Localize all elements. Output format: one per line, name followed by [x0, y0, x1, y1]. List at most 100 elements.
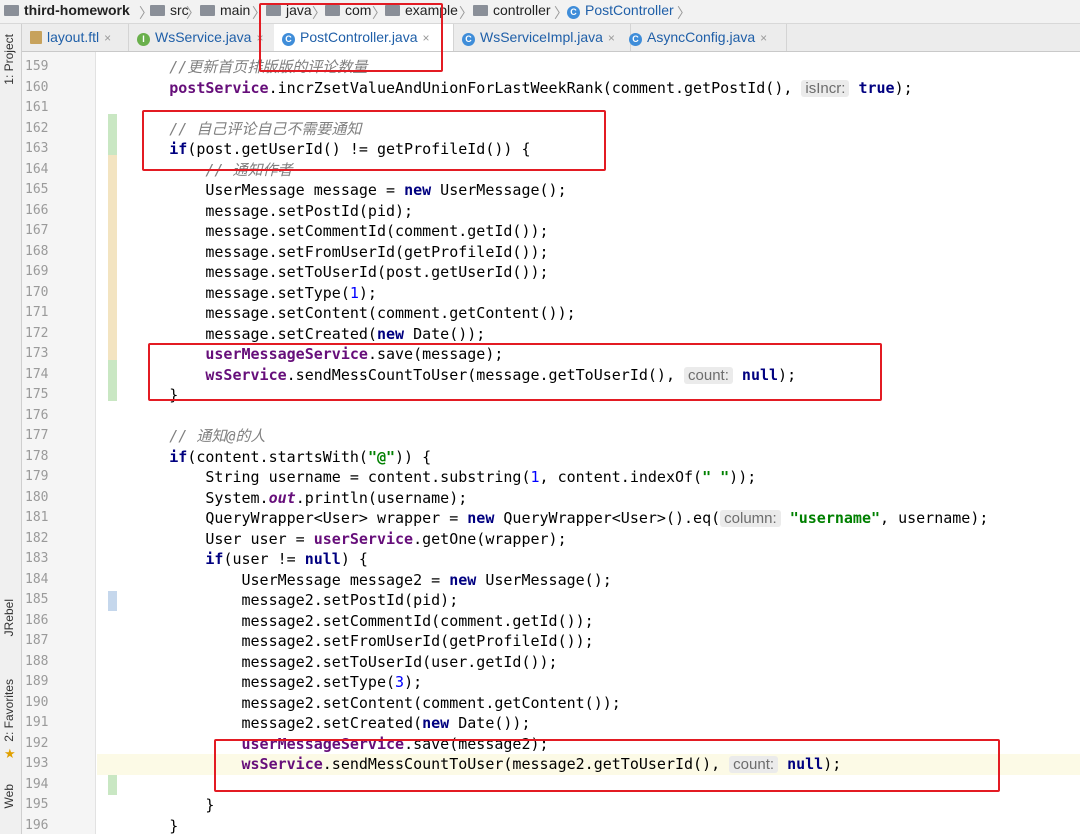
code-line: // 通知@的人	[97, 426, 1080, 447]
tool-window-project[interactable]: 1: Project	[2, 34, 16, 85]
breadcrumb-item-src[interactable]: src	[150, 0, 189, 23]
line-number[interactable]: 188	[22, 652, 75, 673]
code-line: message.setCreated(new Date());	[97, 324, 1080, 345]
code-line: userMessageService.save(message);	[97, 344, 1080, 365]
close-icon[interactable]: ×	[256, 31, 263, 45]
parameter-hint: column:	[720, 510, 781, 527]
line-number[interactable]: 185	[22, 590, 75, 611]
line-number[interactable]: 161	[22, 98, 75, 119]
line-number[interactable]: 181	[22, 508, 75, 529]
code-line: // 自己评论自己不需要通知	[97, 119, 1080, 140]
breadcrumb-separator: 〉	[186, 3, 200, 23]
line-number[interactable]: 189	[22, 672, 75, 693]
code-line: if(content.startsWith("@")) {	[97, 447, 1080, 468]
code-line: QueryWrapper<User> wrapper = new QueryWr…	[97, 508, 1080, 529]
line-number[interactable]: 184	[22, 570, 75, 591]
folder-icon	[266, 5, 281, 16]
line-number[interactable]: 182	[22, 529, 75, 550]
code-editor[interactable]: //更新首页排版版的评论数量 postService.incrZsetValue…	[97, 52, 1080, 834]
breadcrumb-separator: 〉	[554, 3, 568, 23]
code-line: //更新首页排版版的评论数量	[97, 57, 1080, 78]
line-number[interactable]: 167	[22, 221, 75, 242]
code-line: message.setPostId(pid);	[97, 201, 1080, 222]
breadcrumb-item-project[interactable]: third-homework	[4, 0, 130, 23]
tab-asyncconfig[interactable]: CAsyncConfig.java×	[621, 24, 787, 51]
line-number[interactable]: 174	[22, 365, 75, 386]
breadcrumb-separator: 〉	[459, 3, 473, 23]
tool-window-strip: 1: Project JRebel 2: Favorites ★ Web	[0, 24, 22, 834]
breadcrumb-separator: 〉	[372, 3, 386, 23]
code-line: User user = userService.getOne(wrapper);	[97, 529, 1080, 550]
line-number[interactable]: 180	[22, 488, 75, 509]
code-line: UserMessage message2 = new UserMessage()…	[97, 570, 1080, 591]
breadcrumb-separator: 〉	[677, 3, 691, 23]
breadcrumb-item-postcontroller[interactable]: CPostController	[567, 0, 674, 23]
folder-icon	[325, 5, 340, 16]
line-number[interactable]: 186	[22, 611, 75, 632]
code-line: wsService.sendMessCountToUser(message.ge…	[97, 365, 1080, 386]
close-icon[interactable]: ×	[423, 31, 430, 45]
breadcrumb-item-main[interactable]: main	[200, 0, 250, 23]
interface-icon: I	[137, 33, 150, 46]
line-number[interactable]: 162	[22, 119, 75, 140]
tab-wsserviceimpl[interactable]: CWsServiceImpl.java×	[454, 24, 631, 51]
line-number[interactable]: 176	[22, 406, 75, 427]
line-number[interactable]: 192	[22, 734, 75, 755]
line-number[interactable]: 160	[22, 78, 75, 99]
breadcrumb-item-controller[interactable]: controller	[473, 0, 551, 23]
line-number[interactable]: 170	[22, 283, 75, 304]
line-number[interactable]: 196	[22, 816, 75, 836]
line-number[interactable]: 169	[22, 262, 75, 283]
ftl-file-icon	[30, 31, 42, 44]
line-number[interactable]: 171	[22, 303, 75, 324]
class-icon: C	[567, 6, 580, 19]
tool-window-jrebel[interactable]: JRebel	[2, 599, 16, 636]
line-number[interactable]: 194	[22, 775, 75, 796]
line-number[interactable]: 168	[22, 242, 75, 263]
line-number[interactable]: 177	[22, 426, 75, 447]
breadcrumb-item-java[interactable]: java	[266, 0, 312, 23]
code-line: message.setContent(comment.getContent())…	[97, 303, 1080, 324]
line-number[interactable]: 159	[22, 57, 75, 78]
parameter-hint: count:	[684, 367, 733, 384]
line-number[interactable]: 164	[22, 160, 75, 181]
tab-postcontroller[interactable]: CPostController.java×	[274, 24, 454, 51]
code-line: // 通知作者	[97, 160, 1080, 181]
line-number[interactable]: 173	[22, 344, 75, 365]
breadcrumb-item-example[interactable]: example	[385, 0, 458, 23]
close-icon[interactable]: ×	[608, 31, 615, 45]
line-number[interactable]: 179	[22, 467, 75, 488]
close-icon[interactable]: ×	[760, 31, 767, 45]
folder-icon	[4, 5, 19, 16]
code-line: UserMessage message = new UserMessage();	[97, 180, 1080, 201]
line-number[interactable]: 193	[22, 754, 75, 775]
line-number[interactable]: 178	[22, 447, 75, 468]
tool-window-web[interactable]: Web	[2, 784, 16, 808]
line-number[interactable]: 163	[22, 139, 75, 160]
code-line: }	[97, 385, 1080, 406]
line-number[interactable]: 190	[22, 693, 75, 714]
code-line: message2.setCommentId(comment.getId());	[97, 611, 1080, 632]
folder-icon	[473, 5, 488, 16]
tab-wsservice[interactable]: IWsService.java×	[129, 24, 284, 51]
code-line: message.setCommentId(comment.getId());	[97, 221, 1080, 242]
breadcrumb-separator: 〉	[252, 3, 266, 23]
code-line: message2.setContent(comment.getContent()…	[97, 693, 1080, 714]
line-number[interactable]: 172	[22, 324, 75, 345]
tool-window-favorites[interactable]: 2: Favorites	[2, 679, 16, 742]
line-number[interactable]: 175	[22, 385, 75, 406]
code-line: String username = content.substring(1, c…	[97, 467, 1080, 488]
tab-layout-ftl[interactable]: layout.ftl×	[22, 24, 129, 51]
line-number[interactable]: 187	[22, 631, 75, 652]
line-number[interactable]: 183	[22, 549, 75, 570]
code-line: }	[97, 795, 1080, 816]
line-number[interactable]: 195	[22, 795, 75, 816]
close-icon[interactable]: ×	[104, 31, 111, 45]
line-number[interactable]: 166	[22, 201, 75, 222]
line-number[interactable]: 165	[22, 180, 75, 201]
line-number[interactable]: 191	[22, 713, 75, 734]
code-line: postService.incrZsetValueAndUnionForLast…	[97, 78, 1080, 99]
breadcrumb-item-com[interactable]: com	[325, 0, 371, 23]
code-line: message.setType(1);	[97, 283, 1080, 304]
code-line: message.setFromUserId(getProfileId());	[97, 242, 1080, 263]
